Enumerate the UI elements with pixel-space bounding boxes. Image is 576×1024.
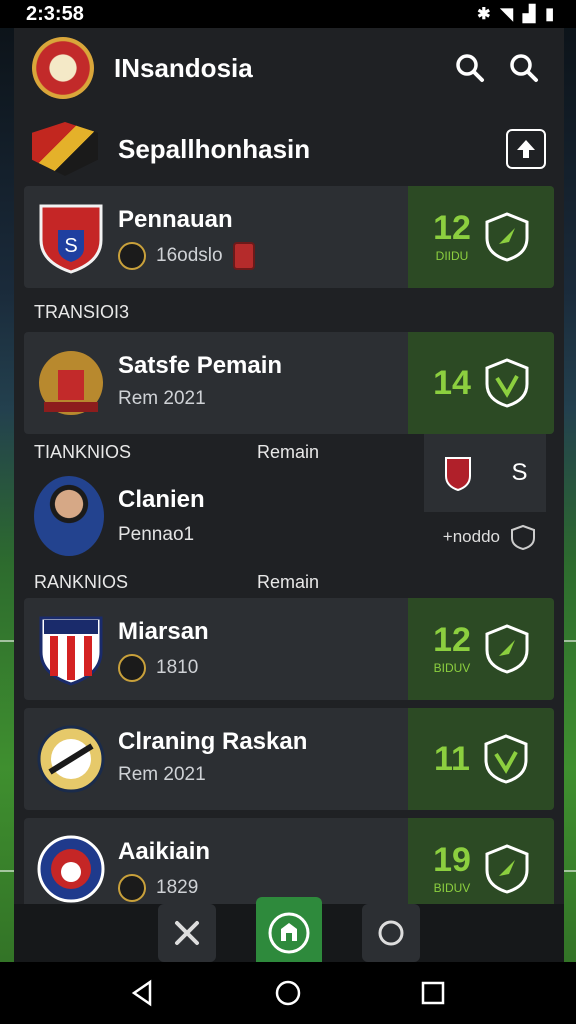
team-meta: 16odslo — [118, 242, 255, 270]
team-meta: Rem 2021 — [118, 764, 206, 786]
team-meta-text: Rem 2021 — [118, 388, 206, 409]
section-title: Sepallhonhasin — [118, 133, 311, 164]
team-meta: Rem 2021 — [118, 388, 206, 410]
status-time: 2:3:58 — [26, 2, 84, 25]
status-bar: 2:3:58 ✱ ◥ ▟ ▮ — [0, 0, 576, 28]
search-button[interactable] — [448, 46, 492, 90]
team-meta: 1810 — [118, 654, 198, 682]
upload-button[interactable] — [506, 129, 546, 169]
tab-activity[interactable] — [362, 904, 420, 962]
player-row[interactable]: Clanien Pennao1 S +noddo — [24, 434, 554, 574]
shield-icon — [484, 734, 528, 784]
player-avatar — [34, 476, 104, 556]
score-sub: BIDUV — [433, 661, 471, 675]
club-crest: S — [36, 200, 106, 274]
section-label-rankings: TIANKNIOS — [34, 442, 132, 462]
section-label-transfers: TRANSIOI3 — [34, 302, 130, 322]
club-crest — [36, 832, 106, 906]
android-nav-bar — [0, 962, 576, 1024]
recents-icon[interactable] — [418, 978, 448, 1008]
wifi-icon: ◥ — [500, 6, 513, 23]
team-card[interactable]: Clraning Raskan Rem 2021 11 — [24, 708, 554, 810]
player-mini-card: S — [424, 434, 546, 512]
shield-icon — [485, 624, 529, 674]
score-value: 12 — [433, 621, 471, 659]
score-value: 12 — [433, 209, 471, 247]
club-crest — [36, 722, 106, 796]
player-name: Clanien — [118, 486, 205, 513]
home-icon — [268, 912, 310, 954]
signal-icon: ▟ — [522, 6, 536, 23]
team-name: Miarsan — [118, 618, 209, 645]
score-box: 11 — [408, 708, 554, 810]
score-sub: DIIDU — [435, 249, 469, 263]
club-crest — [36, 612, 106, 686]
player-link[interactable]: +noddo — [443, 524, 536, 550]
score-box: 12 BIDUV — [408, 598, 554, 700]
score-box: 14 — [408, 332, 554, 434]
team-meta: 1829 — [118, 874, 198, 902]
team-name: Clraning Raskan — [118, 728, 308, 755]
team-card[interactable]: Satsfe Pemain Rem 2021 14 — [24, 332, 554, 434]
main-panel: INsandosia Sepallhonhasin S Pennauan 16o… — [14, 28, 564, 962]
club-crest-icon — [445, 457, 472, 492]
player-link-text: +noddo — [442, 527, 500, 546]
refresh-icon — [378, 920, 404, 946]
bottom-tab-bar — [14, 897, 564, 962]
score-box: 12 DIIDU — [408, 186, 554, 288]
team-name: Aaikiain — [118, 838, 211, 865]
team-logo — [32, 37, 94, 99]
tab-home[interactable] — [256, 897, 322, 962]
shield-icon — [485, 212, 529, 262]
shield-icon — [485, 844, 529, 894]
mini-card-label: S — [511, 459, 528, 486]
search-icon — [510, 54, 538, 82]
back-icon[interactable] — [128, 978, 158, 1008]
badge-icon — [232, 242, 255, 270]
score-sub: BIDUV — [433, 881, 471, 895]
shield-icon — [485, 358, 529, 408]
bluetooth-icon: ✱ — [477, 6, 491, 23]
team-meta-text: 1810 — [156, 657, 199, 678]
arrow-up-icon — [517, 140, 535, 158]
club-crest — [36, 346, 106, 420]
search-button-secondary[interactable] — [502, 46, 546, 90]
team-card[interactable]: S Pennauan 16odslo 12 DIIDU — [24, 186, 554, 288]
team-meta-text: 1829 — [156, 877, 199, 898]
tab-tools[interactable] — [158, 904, 216, 962]
section-label-remain: Remain — [257, 442, 320, 462]
battery-icon: ▮ — [545, 6, 554, 23]
team-card[interactable]: Miarsan 1810 12 BIDUV — [24, 598, 554, 700]
svg-text:S: S — [64, 235, 77, 257]
score-value: 19 — [433, 841, 471, 879]
page-title: INsandosia — [114, 52, 253, 83]
badge-icon — [118, 242, 146, 270]
team-meta-text: 16odslo — [156, 245, 223, 266]
team-name: Satsfe Pemain — [118, 352, 283, 379]
tools-icon — [175, 921, 199, 945]
team-name: Pennauan — [118, 206, 233, 233]
team-meta-text: Rem 2021 — [118, 764, 206, 785]
player-meta: Pennao1 — [118, 524, 195, 545]
section-header: Sepallhonhasin — [14, 116, 564, 182]
app-header: INsandosia — [14, 28, 564, 108]
score-value: 11 — [434, 740, 470, 778]
section-label-rankings: RANKNIOS — [34, 572, 129, 592]
status-icons: ✱ ◥ ▟ ▮ — [477, 4, 554, 24]
badge-icon — [118, 654, 146, 682]
club-crest — [32, 122, 98, 176]
score-value: 14 — [433, 364, 471, 402]
search-icon — [456, 54, 484, 82]
home-nav-icon[interactable] — [273, 978, 303, 1008]
section-label-remain: Remain — [257, 572, 320, 592]
shield-icon — [511, 524, 535, 550]
badge-icon — [118, 874, 146, 902]
